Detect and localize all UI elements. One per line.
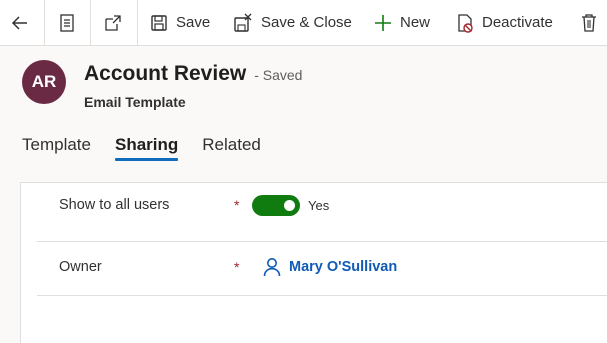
record-title-row: Account Review - Saved — [84, 62, 302, 86]
avatar: AR — [22, 60, 66, 104]
owner-lookup-link[interactable]: Mary O'Sullivan — [263, 257, 397, 277]
toolbar-separator — [137, 0, 138, 45]
save-label: Save — [176, 14, 211, 31]
save-and-close-button[interactable]: Save & Close — [233, 0, 352, 45]
tab-template[interactable]: Template — [22, 135, 91, 161]
new-button[interactable]: New — [374, 0, 430, 45]
user-icon — [263, 258, 281, 277]
save-close-label: Save & Close — [261, 14, 352, 31]
deactivate-label: Deactivate — [482, 14, 553, 31]
save-icon — [151, 14, 167, 31]
show-to-all-users-toggle[interactable] — [252, 194, 300, 216]
form-view-button[interactable] — [58, 0, 76, 45]
toggle-knob — [284, 199, 295, 211]
command-bar: Save Save & Close New Deactivate — [0, 0, 607, 46]
row-divider — [37, 295, 607, 296]
save-close-icon — [234, 13, 252, 32]
plus-icon — [375, 14, 391, 31]
new-label: New — [400, 14, 431, 31]
form-tabs: Template Sharing Related — [22, 135, 261, 161]
delete-button[interactable] — [580, 0, 598, 45]
open-in-new-window-button[interactable] — [103, 0, 123, 45]
owner-label: Owner — [59, 259, 102, 275]
tab-sharing[interactable]: Sharing — [114, 135, 179, 161]
show-to-all-users-row: Show to all users * Yes — [37, 177, 607, 233]
owner-row: Owner * Mary O'Sullivan — [37, 239, 607, 295]
back-arrow-icon — [11, 15, 27, 30]
deactivate-button[interactable]: Deactivate — [456, 0, 553, 45]
entity-type: Email Template — [84, 94, 186, 110]
owner-name: Mary O'Sullivan — [289, 259, 398, 275]
trash-icon — [582, 13, 596, 32]
required-indicator: * — [234, 259, 240, 275]
back-button[interactable] — [10, 0, 30, 45]
toggle-value: Yes — [308, 197, 330, 213]
sharing-section: Show to all users * Yes Owner * Mary O'S… — [20, 182, 607, 343]
avatar-initials: AR — [31, 72, 57, 91]
tab-related[interactable]: Related — [202, 135, 261, 161]
document-icon — [60, 13, 74, 32]
pop-out-icon — [105, 14, 121, 31]
deactivate-icon — [458, 13, 473, 33]
required-indicator: * — [234, 197, 240, 213]
show-to-all-users-label: Show to all users — [59, 197, 170, 213]
toolbar-separator — [44, 0, 45, 45]
toolbar-separator — [90, 0, 91, 45]
save-button[interactable]: Save — [150, 0, 210, 45]
save-status: - Saved — [254, 67, 303, 83]
record-title: Account Review — [84, 62, 247, 85]
